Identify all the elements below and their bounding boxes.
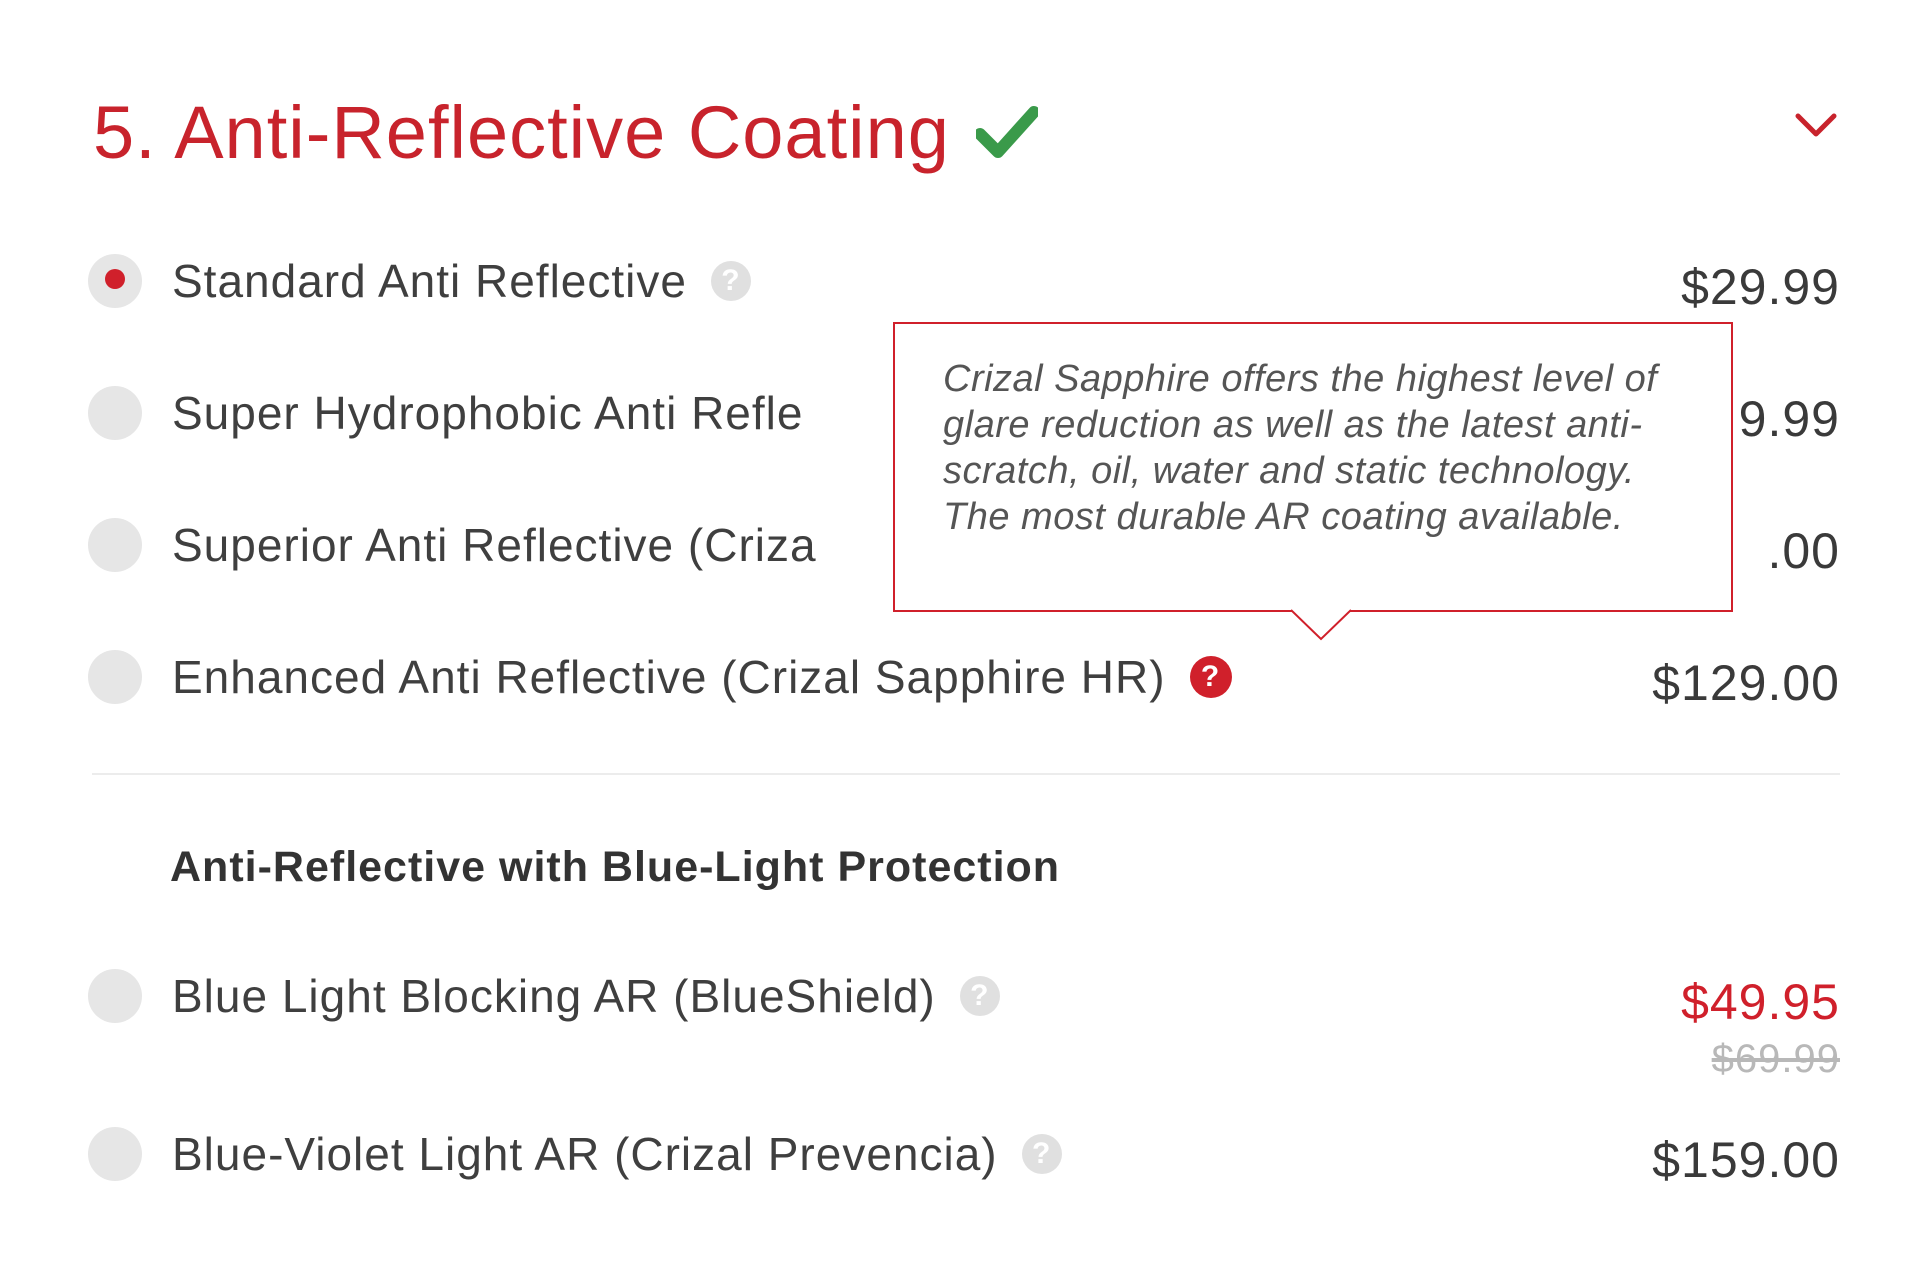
option-price: .00 bbox=[1767, 523, 1840, 579]
help-icon[interactable]: ? bbox=[1021, 1133, 1062, 1174]
option-price: 9.99 bbox=[1738, 391, 1840, 447]
radio-button[interactable] bbox=[88, 969, 142, 1023]
option-label-text: Enhanced Anti Reflective (Crizal Sapphir… bbox=[172, 651, 1166, 703]
tooltip: Crizal Sapphire offers the highest level… bbox=[893, 322, 1733, 641]
option-label: Blue Light Blocking AR (BlueShield)? bbox=[172, 965, 1000, 1027]
tooltip-arrow bbox=[1291, 609, 1351, 641]
blue-light-heading: Anti-Reflective with Blue-Light Protecti… bbox=[170, 843, 1061, 891]
option-label-text: Standard Anti Reflective bbox=[172, 255, 687, 307]
option-label-text: Blue Light Blocking AR (BlueShield) bbox=[172, 970, 936, 1022]
option-label: Enhanced Anti Reflective (Crizal Sapphir… bbox=[172, 646, 1232, 708]
radio-button[interactable] bbox=[88, 386, 142, 440]
section-title: 5. Anti-Reflective Coating bbox=[93, 90, 950, 174]
help-icon[interactable]: ? bbox=[710, 260, 751, 301]
radio-button[interactable] bbox=[88, 1127, 142, 1181]
check-icon bbox=[975, 106, 1038, 158]
section-header[interactable]: 5. Anti-Reflective Coating bbox=[93, 82, 1038, 182]
divider bbox=[92, 773, 1840, 775]
anti-reflective-coating-section: 5. Anti-Reflective Coating Standard Anti… bbox=[0, 0, 1920, 1280]
tooltip-text: Crizal Sapphire offers the highest level… bbox=[943, 358, 1658, 538]
option-label: Standard Anti Reflective? bbox=[172, 250, 751, 312]
radio-button[interactable] bbox=[88, 254, 142, 308]
original-price: $69.99 bbox=[1711, 1037, 1840, 1081]
option-standard-anti-reflective[interactable]: Standard Anti Reflective? $29.99 bbox=[88, 250, 1840, 320]
option-price: $129.00 bbox=[1652, 655, 1840, 711]
option-label: Superior Anti Reflective (Criza bbox=[172, 519, 817, 571]
option-label: Super Hydrophobic Anti Refle bbox=[172, 387, 804, 439]
help-icon[interactable]: ? bbox=[1189, 655, 1232, 698]
option-enhanced-anti-reflective[interactable]: Enhanced Anti Reflective (Crizal Sapphir… bbox=[88, 646, 1840, 716]
option-price: $159.00 bbox=[1652, 1132, 1840, 1188]
option-blue-violet-light[interactable]: Blue-Violet Light AR (Crizal Prevencia)?… bbox=[88, 1123, 1840, 1193]
option-price: $29.99 bbox=[1681, 259, 1840, 315]
option-label-text: Blue-Violet Light AR (Crizal Prevencia) bbox=[172, 1128, 998, 1180]
sale-price: $49.95 bbox=[1681, 974, 1840, 1030]
option-blue-light-blocking[interactable]: Blue Light Blocking AR (BlueShield)? $49… bbox=[88, 965, 1840, 1085]
radio-button[interactable] bbox=[88, 518, 142, 572]
radio-button[interactable] bbox=[88, 650, 142, 704]
option-label: Blue-Violet Light AR (Crizal Prevencia)? bbox=[172, 1123, 1062, 1185]
help-icon[interactable]: ? bbox=[959, 975, 1000, 1016]
chevron-down-icon[interactable] bbox=[1792, 108, 1840, 144]
